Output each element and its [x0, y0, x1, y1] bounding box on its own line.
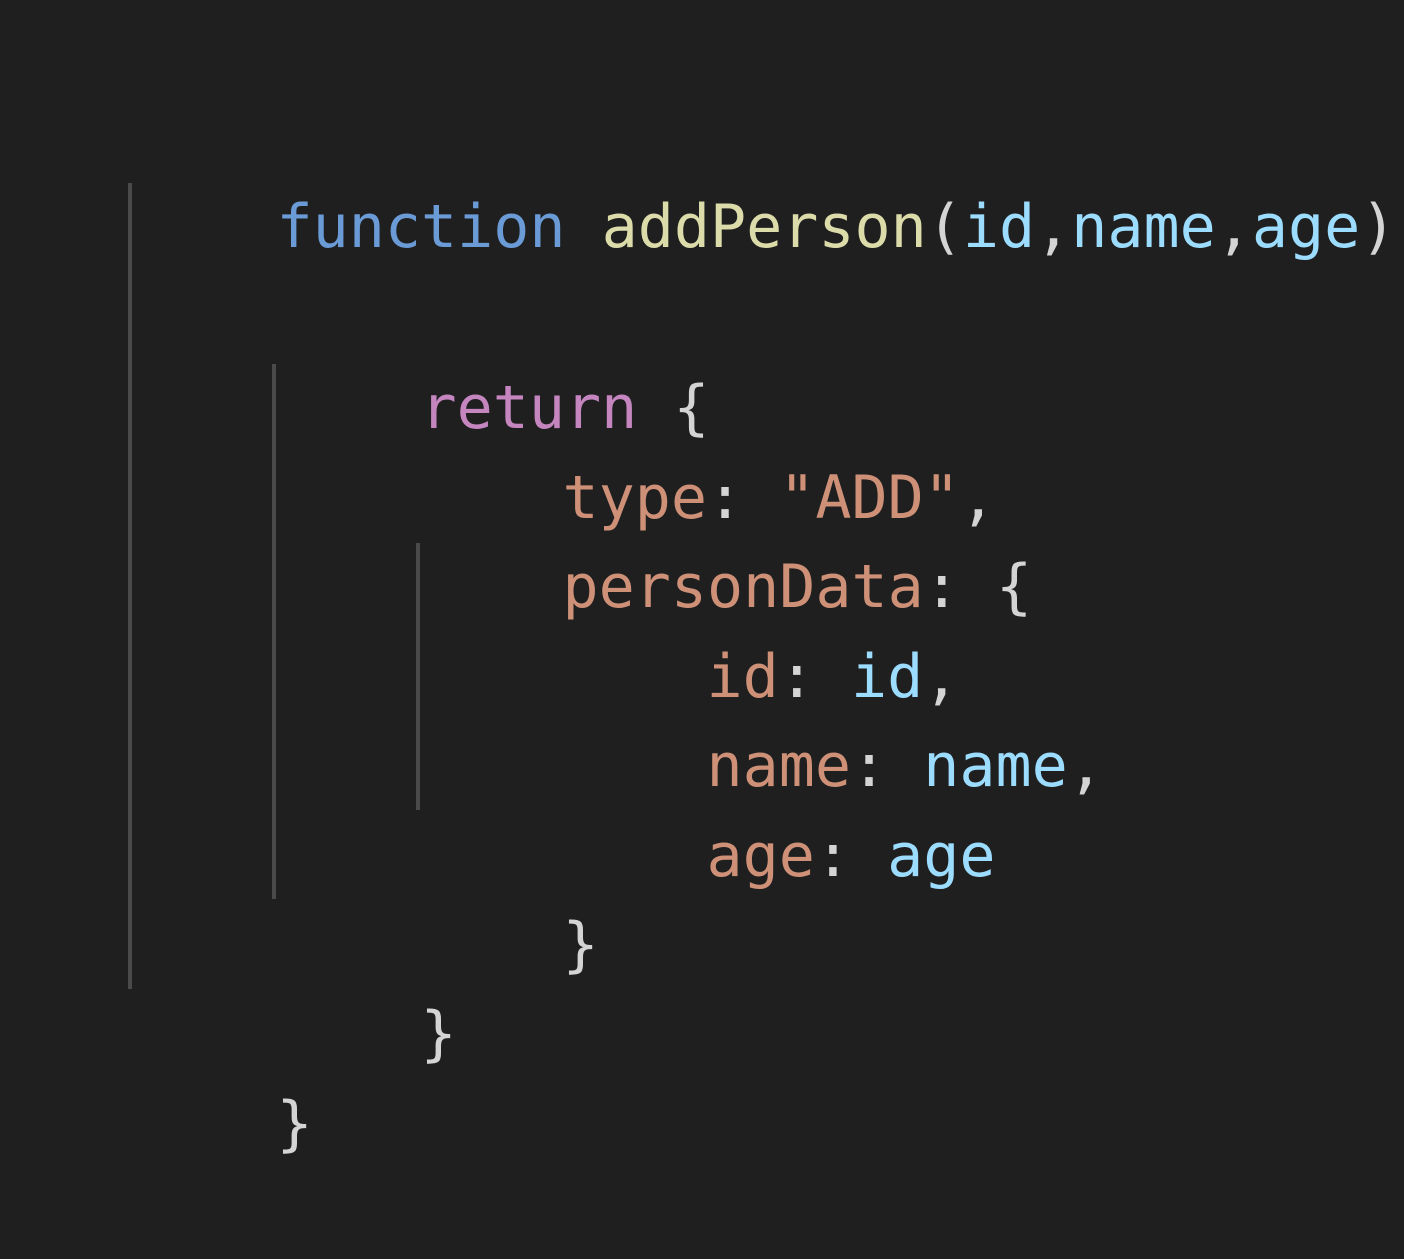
- comma: ,: [1067, 731, 1104, 801]
- open-brace: {: [995, 552, 1033, 622]
- param-id: id: [962, 192, 1036, 262]
- close-brace: }: [276, 1089, 313, 1159]
- param-name: name: [1071, 192, 1216, 262]
- comma: ,: [1215, 192, 1252, 262]
- value-age: age: [887, 821, 996, 891]
- keyword-function: function: [276, 192, 566, 262]
- close-paren: ): [1360, 192, 1397, 262]
- code-line-9[interactable]: }: [418, 810, 599, 980]
- colon: :: [814, 821, 888, 891]
- code-line-5[interactable]: personData: {: [418, 452, 1033, 622]
- code-editor[interactable]: function addPerson(id,name,age) { return…: [0, 0, 1404, 1159]
- param-age: age: [1251, 192, 1361, 262]
- code-line-4[interactable]: type: "ADD",: [418, 363, 997, 533]
- code-line-3[interactable]: return {: [276, 273, 710, 443]
- open-brace: {: [1396, 192, 1404, 262]
- code-line-1[interactable]: function addPerson(id,name,age) {: [132, 92, 1404, 262]
- code-line-11[interactable]: }: [132, 989, 313, 1159]
- close-brace: }: [420, 999, 457, 1069]
- code-line-10[interactable]: }: [276, 899, 457, 1069]
- code-line-8[interactable]: age: age: [562, 721, 996, 891]
- function-name: addPerson: [601, 192, 927, 262]
- comma: ,: [1035, 192, 1072, 262]
- code-line-6[interactable]: id: id,: [562, 542, 960, 712]
- close-brace: }: [562, 910, 599, 980]
- open-paren: (: [926, 192, 963, 262]
- property-age: age: [706, 821, 815, 891]
- code-line-7[interactable]: name: name,: [562, 631, 1104, 801]
